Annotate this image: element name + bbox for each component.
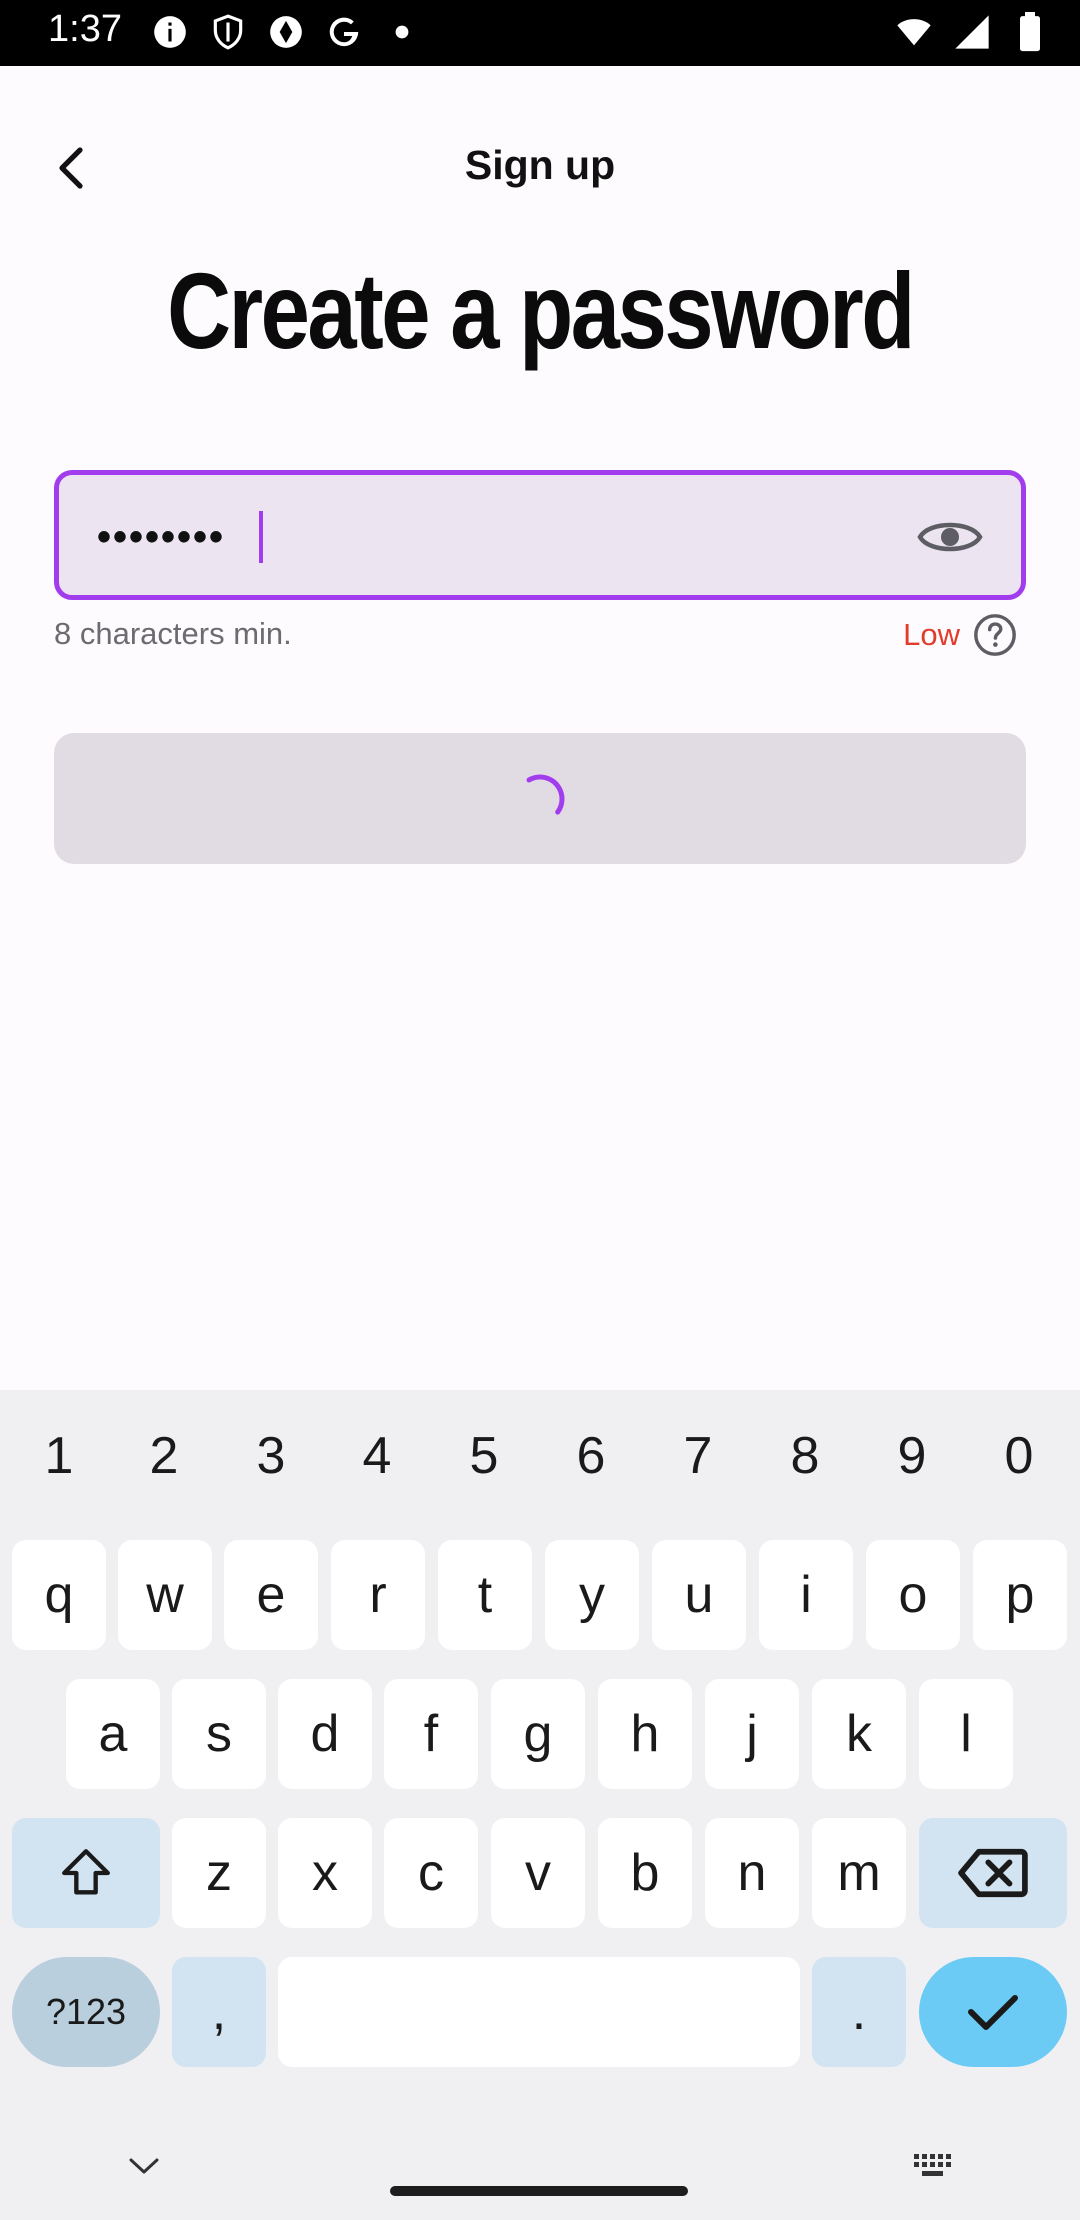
hide-keyboard-button[interactable] xyxy=(122,2146,166,2186)
app-bar: Sign up xyxy=(0,66,1080,262)
page-title: Create a password xyxy=(167,250,915,371)
key-w[interactable]: w xyxy=(118,1540,212,1650)
key-7[interactable]: 7 xyxy=(658,1426,738,1486)
dot-icon xyxy=(382,12,422,52)
key-6[interactable]: 6 xyxy=(551,1426,631,1486)
key-9[interactable]: 9 xyxy=(872,1426,952,1486)
shift-key[interactable] xyxy=(12,1818,160,1928)
on-screen-keyboard: 1 2 3 4 5 6 7 8 9 0 q w e r t y u i o p … xyxy=(0,1390,1080,2220)
password-strength: Low xyxy=(903,612,1018,658)
wifi-icon xyxy=(894,12,934,52)
strength-label: Low xyxy=(903,617,960,652)
key-5[interactable]: 5 xyxy=(444,1426,524,1486)
space-key[interactable] xyxy=(278,1957,800,2067)
comma-key[interactable]: , xyxy=(172,1957,266,2067)
key-u[interactable]: u xyxy=(652,1540,746,1650)
period-key[interactable]: . xyxy=(812,1957,906,2067)
key-m[interactable]: m xyxy=(812,1818,906,1928)
google-g-icon xyxy=(324,12,364,52)
keyboard-number-row: 1 2 3 4 5 6 7 8 9 0 xyxy=(0,1390,1080,1530)
key-8[interactable]: 8 xyxy=(765,1426,845,1486)
checkmark-icon xyxy=(968,1995,1018,2030)
signal-icon xyxy=(952,12,992,52)
toggle-visibility-button[interactable] xyxy=(915,509,985,565)
switch-keyboard-button[interactable] xyxy=(912,2146,956,2186)
key-v[interactable]: v xyxy=(491,1818,585,1928)
password-input[interactable]: •••••••• xyxy=(54,470,1026,600)
password-value: •••••••• xyxy=(97,515,226,559)
key-1[interactable]: 1 xyxy=(19,1426,99,1486)
loading-spinner-icon xyxy=(526,774,565,821)
camera-aperture-icon xyxy=(266,12,306,52)
chevron-down-icon xyxy=(129,2158,159,2174)
question-circle-icon xyxy=(974,614,1016,656)
key-n[interactable]: n xyxy=(705,1818,799,1928)
key-a[interactable]: a xyxy=(66,1679,160,1789)
key-3[interactable]: 3 xyxy=(231,1426,311,1486)
key-b[interactable]: b xyxy=(598,1818,692,1928)
key-t[interactable]: t xyxy=(438,1540,532,1650)
shift-icon xyxy=(62,1849,110,1895)
continue-button[interactable] xyxy=(54,733,1026,864)
symbols-key[interactable]: ?123 xyxy=(12,1957,160,2067)
app-bar-title: Sign up xyxy=(464,142,616,188)
key-l[interactable]: l xyxy=(919,1679,1013,1789)
backspace-key[interactable] xyxy=(919,1818,1067,1928)
key-q[interactable]: q xyxy=(12,1540,106,1650)
home-gesture-handle[interactable] xyxy=(390,2186,688,2196)
key-0[interactable]: 0 xyxy=(979,1426,1059,1486)
key-d[interactable]: d xyxy=(278,1679,372,1789)
backspace-icon xyxy=(958,1848,1028,1898)
key-j[interactable]: j xyxy=(705,1679,799,1789)
battery-icon xyxy=(1010,12,1050,52)
key-k[interactable]: k xyxy=(812,1679,906,1789)
shield-icon xyxy=(208,12,248,52)
key-o[interactable]: o xyxy=(866,1540,960,1650)
key-c[interactable]: c xyxy=(384,1818,478,1928)
key-e[interactable]: e xyxy=(224,1540,318,1650)
key-4[interactable]: 4 xyxy=(337,1426,417,1486)
navigation-bar xyxy=(0,2110,1080,2220)
key-z[interactable]: z xyxy=(172,1818,266,1928)
eye-icon xyxy=(917,522,983,552)
key-s[interactable]: s xyxy=(172,1679,266,1789)
key-g[interactable]: g xyxy=(491,1679,585,1789)
status-time: 1:37 xyxy=(48,8,122,50)
key-2[interactable]: 2 xyxy=(124,1426,204,1486)
key-x[interactable]: x xyxy=(278,1818,372,1928)
password-requirement-hint: 8 characters min. xyxy=(54,616,292,651)
info-icon xyxy=(150,12,190,52)
text-caret xyxy=(259,511,263,563)
status-bar: 1:37 xyxy=(0,0,1080,66)
key-y[interactable]: y xyxy=(545,1540,639,1650)
strength-help-button[interactable] xyxy=(972,612,1018,658)
enter-key[interactable] xyxy=(919,1957,1067,2067)
keyboard-icon xyxy=(914,2154,951,2176)
key-i[interactable]: i xyxy=(759,1540,853,1650)
key-f[interactable]: f xyxy=(384,1679,478,1789)
key-h[interactable]: h xyxy=(598,1679,692,1789)
key-p[interactable]: p xyxy=(973,1540,1067,1650)
key-r[interactable]: r xyxy=(331,1540,425,1650)
